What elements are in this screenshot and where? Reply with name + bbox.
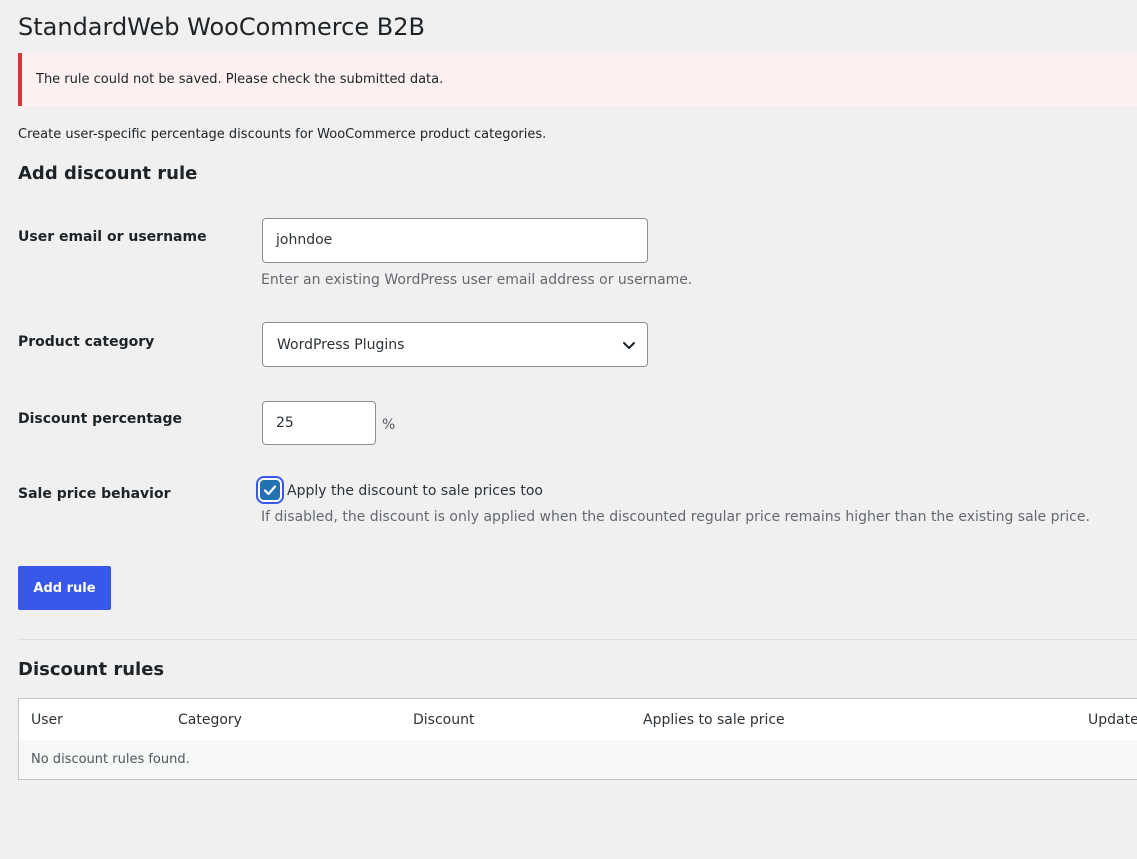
user-field-description: Enter an existing WordPress user email a…	[261, 272, 693, 288]
add-rule-heading: Add discount rule	[18, 163, 198, 184]
page-title: StandardWeb WooCommerce B2B	[18, 13, 425, 41]
user-input[interactable]: johndoe	[262, 218, 648, 263]
table-row: No discount rules found.	[19, 740, 1137, 779]
error-notice: The rule could not be saved. Please chec…	[18, 53, 1137, 106]
apply-to-sale-checkbox[interactable]	[260, 480, 280, 500]
column-header-discount: Discount	[413, 712, 475, 728]
apply-to-sale-checkbox-label[interactable]: Apply the discount to sale prices too	[287, 481, 543, 501]
discount-input[interactable]: 25	[262, 401, 376, 445]
column-header-category: Category	[178, 712, 242, 728]
empty-table-message: No discount rules found.	[31, 752, 190, 767]
discount-field-label: Discount percentage	[18, 411, 183, 427]
add-rule-button[interactable]: Add rule	[18, 566, 111, 610]
column-header-applies-to-sale: Applies to sale price	[643, 712, 785, 728]
chevron-down-icon	[623, 342, 635, 349]
category-select-value: WordPress Plugins	[277, 337, 405, 353]
table-header-row: User Category Discount Applies to sale p…	[19, 699, 1137, 741]
percent-unit: %	[382, 417, 396, 433]
sale-behavior-label: Sale price behavior	[18, 486, 171, 502]
page-intro: Create user-specific percentage discount…	[18, 127, 547, 142]
discount-rules-heading: Discount rules	[18, 659, 165, 680]
user-field-label: User email or username	[18, 229, 207, 245]
category-field-label: Product category	[18, 334, 155, 350]
sale-behavior-description: If disabled, the discount is only applie…	[261, 509, 1090, 525]
category-select[interactable]: WordPress Plugins	[262, 322, 648, 367]
column-header-updated: Updated	[1088, 712, 1137, 728]
checkmark-icon	[263, 485, 277, 496]
discount-rules-table: User Category Discount Applies to sale p…	[18, 698, 1137, 780]
section-divider	[18, 639, 1137, 640]
column-header-user: User	[31, 712, 63, 728]
error-notice-text: The rule could not be saved. Please chec…	[36, 72, 444, 87]
